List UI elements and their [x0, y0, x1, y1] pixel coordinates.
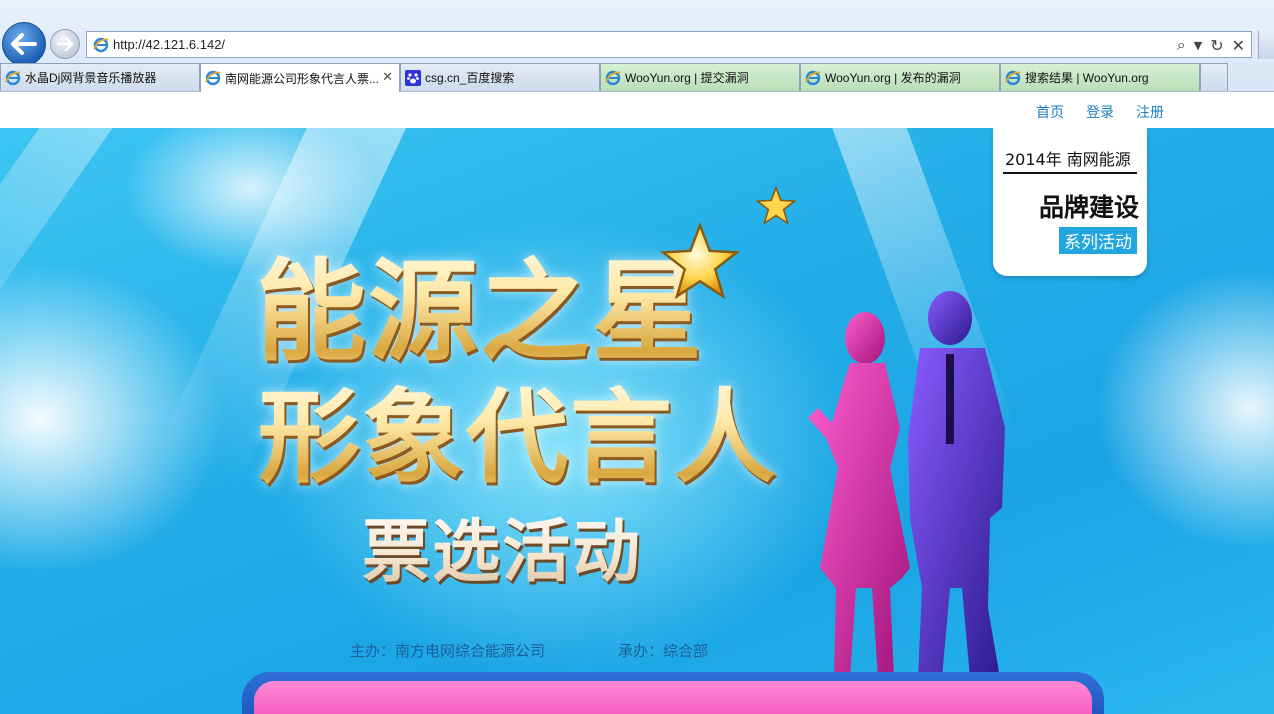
hero-title-line2: 形象代言人: [258, 356, 778, 503]
search-icon[interactable]: ⌕: [1177, 35, 1186, 55]
light-beam: [0, 128, 115, 396]
organizer-text: 承办：综合部: [618, 642, 709, 660]
arrow-left-icon: [11, 33, 37, 55]
page-header: 首页 登录 注册: [0, 92, 1274, 128]
baidu-paw-icon: [405, 69, 421, 86]
sponsor-text: 主办：南方电网综合能源公司: [350, 642, 546, 660]
campaign-badge: 2014年 南网能源 品牌建设 系列活动: [993, 128, 1147, 276]
ie-icon: [5, 70, 21, 85]
home-link[interactable]: 首页: [1036, 102, 1064, 122]
tab-wooyun-published[interactable]: WooYun.org | 发布的漏洞: [800, 63, 1000, 91]
toolbar-edge-icon[interactable]: [1258, 31, 1274, 59]
small-star-icon: [756, 186, 796, 226]
url-text[interactable]: http://42.121.6.142/: [113, 37, 225, 52]
register-link[interactable]: 注册: [1136, 102, 1164, 122]
tab-baidu-search[interactable]: csg.cn_百度搜索: [400, 63, 600, 91]
new-tab-button[interactable]: [1200, 63, 1228, 91]
back-button[interactable]: [2, 22, 46, 66]
address-bar[interactable]: http://42.121.6.142/ ⌕ ▼ ↻ ✕: [86, 31, 1252, 58]
browser-chrome: http://42.121.6.142/ ⌕ ▼ ↻ ✕ 水晶Dj网背景音乐播放…: [0, 0, 1274, 92]
tab-strip: 水晶Dj网背景音乐播放器 南网能源公司形象代言人票... ✕ csg.cn_百度…: [0, 63, 1274, 92]
tab-label: 南网能源公司形象代言人票...: [225, 71, 380, 86]
arrow-right-icon: [57, 37, 73, 51]
badge-divider: [1003, 172, 1137, 174]
tab-close-icon[interactable]: ✕: [382, 69, 393, 85]
vote-panel: [254, 681, 1092, 714]
ie-icon: [93, 37, 109, 53]
tab-label: WooYun.org | 提交漏洞: [625, 71, 749, 85]
tab-label: csg.cn_百度搜索: [425, 71, 515, 85]
login-link[interactable]: 登录: [1086, 102, 1114, 122]
badge-subtitle: 系列活动: [1059, 227, 1137, 254]
badge-title: 品牌建设: [1038, 193, 1139, 222]
ie-icon: [605, 70, 621, 85]
couple-silhouette-image: [808, 291, 1005, 678]
forward-button[interactable]: [50, 29, 80, 59]
tab-dj-player[interactable]: 水晶Dj网背景音乐播放器: [0, 63, 200, 91]
tab-wooyun-submit[interactable]: WooYun.org | 提交漏洞: [600, 63, 800, 91]
chevron-down-icon[interactable]: ▼: [1194, 39, 1202, 52]
hero-title-line3: 票选活动: [362, 496, 642, 595]
gold-star-icon: [660, 222, 740, 300]
address-tools: ⌕ ▼ ↻ ✕: [1177, 35, 1245, 55]
ie-icon: [205, 70, 221, 86]
hero-banner: 2014年 南网能源 品牌建设 系列活动 能源之星 形象代言人 票选活动 主办：…: [0, 128, 1274, 714]
ie-icon: [805, 70, 821, 85]
tab-csg-vote[interactable]: 南网能源公司形象代言人票... ✕: [200, 63, 400, 92]
badge-year: 2014年 南网能源: [1005, 150, 1131, 169]
tab-wooyun-search[interactable]: 搜索结果 | WooYun.org: [1000, 63, 1200, 91]
tab-label: 搜索结果 | WooYun.org: [1025, 71, 1149, 85]
ie-icon: [1005, 70, 1021, 85]
tab-label: 水晶Dj网背景音乐播放器: [25, 71, 157, 85]
top-nav: 首页 登录 注册: [1036, 102, 1164, 122]
tab-label: WooYun.org | 发布的漏洞: [825, 71, 961, 85]
close-icon[interactable]: ✕: [1232, 36, 1245, 55]
refresh-icon[interactable]: ↻: [1210, 36, 1223, 55]
